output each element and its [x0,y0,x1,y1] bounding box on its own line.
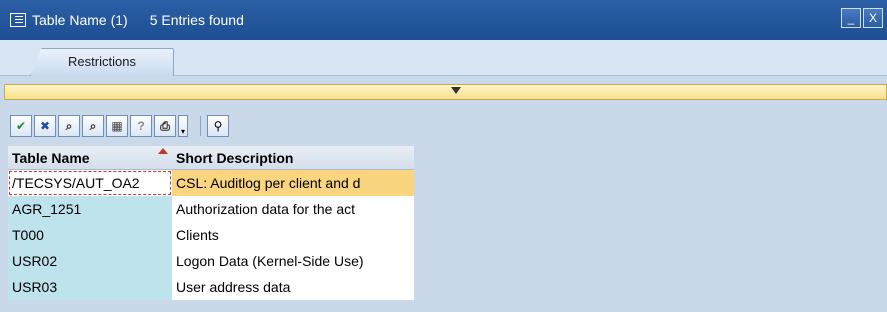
cell-table-name[interactable]: AGR_1251 [8,196,172,222]
cell-table-name[interactable]: USR02 [8,248,172,274]
table-row[interactable]: USR02 Logon Data (Kernel-Side Use) [8,248,414,274]
cell-table-name[interactable]: T000 [8,222,172,248]
minimize-button[interactable]: _ [841,8,861,28]
collapse-arrow-icon[interactable] [451,87,461,94]
print-options-button[interactable]: ▾ [178,115,188,137]
close-button[interactable]: X [863,8,883,28]
print-icon: ⎙ [160,118,170,133]
help-icon: ? [137,119,145,133]
table-window-icon [10,13,26,27]
cell-short-description[interactable]: CSL: Auditlog per client and d [172,170,414,196]
find-next-button[interactable]: ⌕ [82,115,104,137]
toolbar-separator [200,116,201,136]
cell-table-name[interactable]: USR03 [8,274,172,300]
cell-short-description[interactable]: Logon Data (Kernel-Side Use) [172,248,414,274]
sort-icon: ▦ [111,119,123,133]
print-button[interactable]: ⎙ [154,115,176,137]
cancel-icon: ✖ [39,119,51,133]
cell-short-description[interactable]: Authorization data for the act [172,196,414,222]
grid-header: Table Name Short Description [8,146,414,170]
cell-short-description[interactable]: Clients [172,222,414,248]
table-row[interactable]: AGR_1251 Authorization data for the act [8,196,414,222]
sort-ascending-icon [158,148,168,154]
filter-button[interactable]: ⚲ [207,115,229,137]
entries-count: 5 Entries found [149,12,244,28]
title-bar: Table Name (1) 5 Entries found _ X [0,0,887,40]
sort-button[interactable]: ▦ [106,115,128,137]
window-title: Table Name (1) [32,12,128,28]
column-header-short-description[interactable]: Short Description [172,146,414,169]
filter-icon: ⚲ [213,119,223,133]
tab-restrictions[interactable]: Restrictions [30,48,174,76]
find-next-icon: ⌕ [89,118,97,133]
cancel-button[interactable]: ✖ [34,115,56,137]
cell-short-description[interactable]: User address data [172,274,414,300]
help-button[interactable]: ? [130,115,152,137]
find-button[interactable]: ⌕ [58,115,80,137]
tab-strip: Restrictions [0,40,887,76]
continue-icon: ✔ [15,119,27,133]
dropdown-icon: ▾ [180,127,185,136]
grid-empty-area [414,146,887,312]
table-row[interactable]: USR03 User address data [8,274,414,300]
restrictions-splitter[interactable] [4,84,887,100]
table-row[interactable]: /TECSYS/AUT_OA2 CSL: Auditlog per client… [8,170,414,196]
toolbar: ✔ ✖ ⌕ ⌕ ▦ ? ⎙ ▾ ⚲ [10,110,231,142]
table-row[interactable]: T000 Clients [8,222,414,248]
find-icon: ⌕ [65,118,73,133]
continue-button[interactable]: ✔ [10,115,32,137]
cell-table-name[interactable]: /TECSYS/AUT_OA2 [8,170,172,196]
results-grid: Table Name Short Description /TECSYS/AUT… [8,146,414,300]
column-header-table-name[interactable]: Table Name [8,146,172,169]
